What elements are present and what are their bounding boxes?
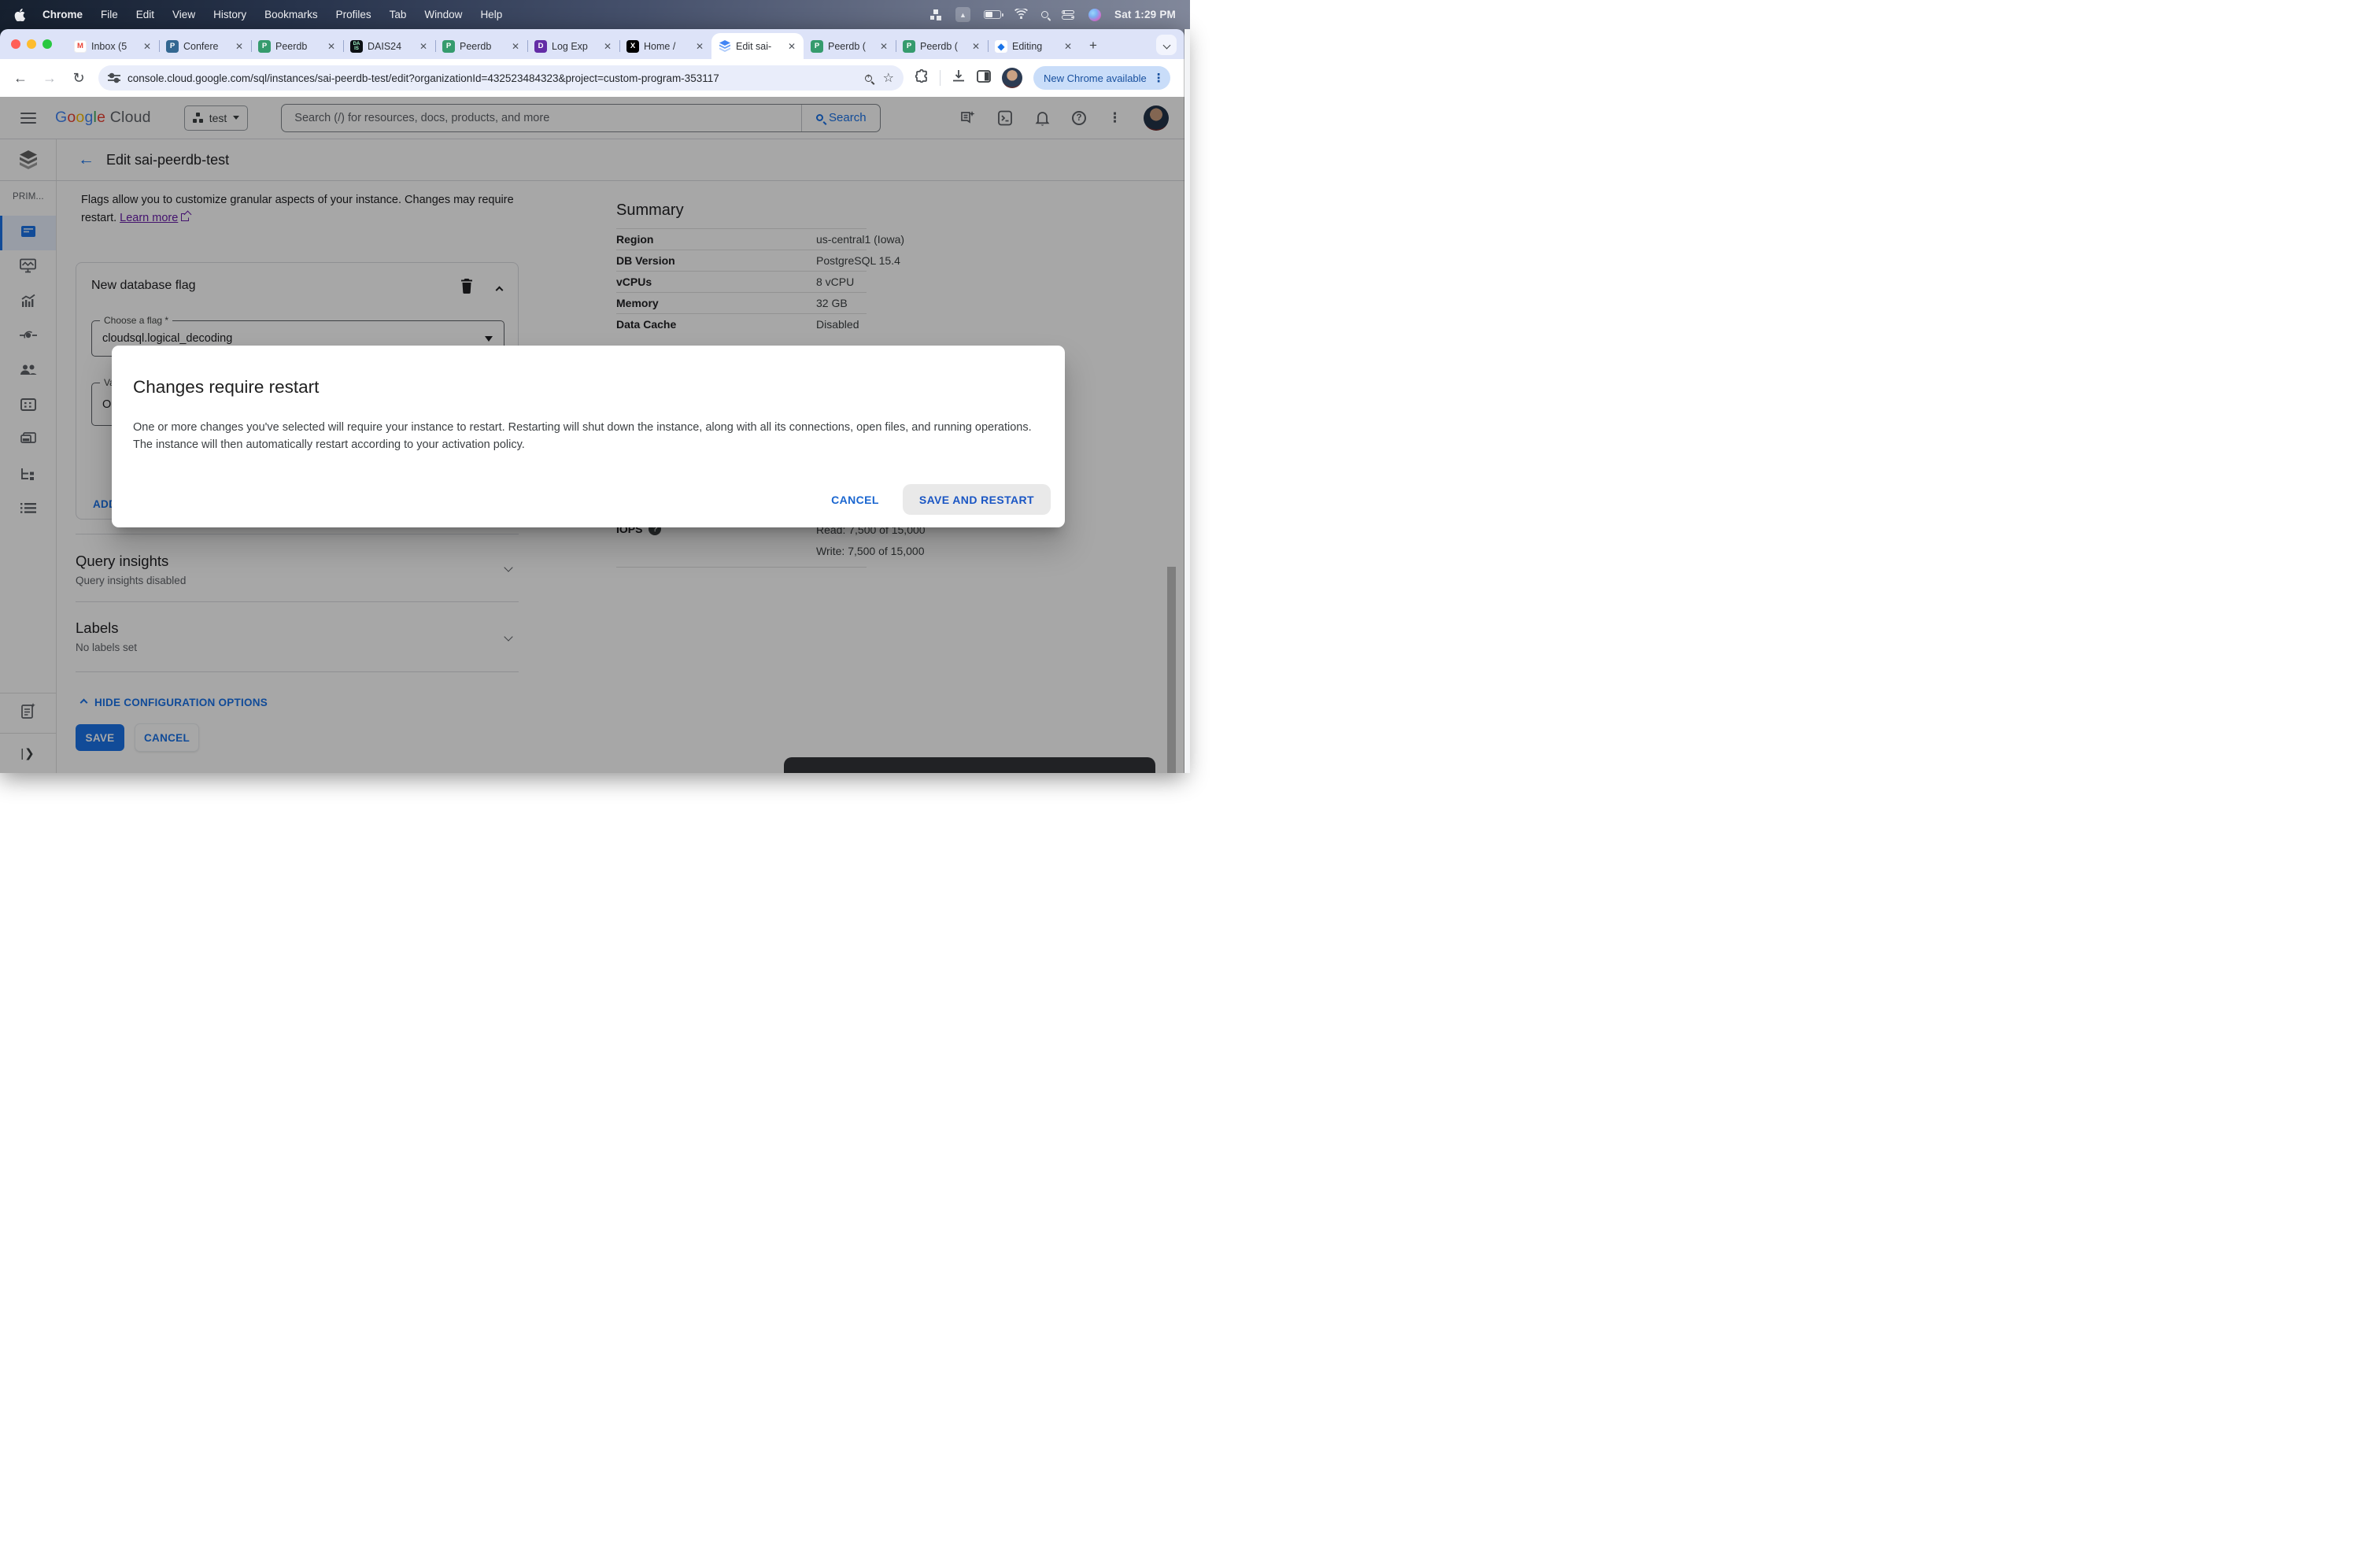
tab-strip: M Inbox (5 ✕ P Confere ✕ P Peerdb ✕ DA IS… — [0, 29, 1184, 59]
tab-peerdb-4[interactable]: P Peerdb ( ✕ — [896, 33, 988, 59]
tab-inbox[interactable]: M Inbox (5 ✕ — [67, 33, 159, 59]
menu-window[interactable]: Window — [424, 9, 462, 20]
wifi-icon[interactable] — [1014, 7, 1028, 21]
minimize-window-button — [27, 39, 36, 49]
omnibox[interactable]: console.cloud.google.com/sql/instances/s… — [98, 65, 904, 91]
restart-dialog: Changes require restart One or more chan… — [112, 346, 1065, 527]
menu-history[interactable]: History — [213, 9, 246, 20]
back-icon[interactable]: ← — [11, 70, 30, 87]
datadog-favicon-icon: D — [534, 39, 547, 53]
menu-edit[interactable]: Edit — [136, 9, 154, 20]
gmail-favicon-icon: M — [74, 39, 87, 53]
tab-close-icon[interactable]: ✕ — [601, 40, 614, 53]
menu-tab[interactable]: Tab — [390, 9, 407, 20]
apple-menu-icon[interactable] — [14, 8, 25, 21]
tab-close-icon[interactable]: ✕ — [325, 40, 338, 53]
background-window-edge — [1184, 29, 1190, 773]
dialog-save-and-restart-button[interactable]: SAVE AND RESTART — [902, 484, 1051, 515]
peerdb-favicon-icon: P — [258, 39, 271, 53]
tab-editing[interactable]: ◆ Editing ✕ — [988, 33, 1080, 59]
menu-bookmarks[interactable]: Bookmarks — [264, 9, 318, 20]
url-text[interactable]: console.cloud.google.com/sql/instances/s… — [128, 72, 857, 84]
menu-view[interactable]: View — [172, 9, 195, 20]
menu-chrome[interactable]: Chrome — [42, 9, 83, 20]
toolbar-right: New Chrome available ⋮ — [915, 66, 1170, 90]
new-tab-button[interactable]: + — [1089, 38, 1097, 54]
battery-icon[interactable] — [984, 10, 1004, 19]
zoom-window-button — [42, 39, 52, 49]
display-grid-icon[interactable] — [930, 9, 942, 20]
peerdb-favicon-icon: P — [903, 39, 915, 53]
tab-close-icon[interactable]: ✕ — [417, 40, 430, 53]
maps-favicon-icon: ◆ — [995, 39, 1007, 53]
chrome-window: M Inbox (5 ✕ P Confere ✕ P Peerdb ✕ DA IS… — [0, 29, 1184, 773]
tab-close-icon[interactable]: ✕ — [878, 40, 890, 53]
side-panel-icon[interactable] — [977, 69, 991, 87]
dais-favicon-icon: DA IS — [350, 39, 363, 53]
close-window-button — [11, 39, 20, 49]
tab-edit-sai-active[interactable]: Edit sai- ✕ — [711, 33, 804, 59]
macos-menu-bar: Chrome File Edit View History Bookmarks … — [0, 0, 1190, 29]
chrome-update-pill[interactable]: New Chrome available ⋮ — [1033, 66, 1170, 90]
control-center-icon[interactable] — [1062, 9, 1075, 20]
tab-close-icon[interactable]: ✕ — [233, 40, 246, 53]
menu-items: Chrome File Edit View History Bookmarks … — [42, 9, 502, 20]
cloud-sql-favicon-icon — [719, 40, 731, 53]
x-favicon-icon: X — [626, 39, 639, 53]
postgres-favicon-icon: P — [166, 39, 179, 53]
tab-close-icon[interactable]: ✕ — [970, 40, 982, 53]
tab-close-icon[interactable]: ✕ — [693, 40, 706, 53]
window-controls[interactable] — [11, 39, 52, 49]
siri-icon[interactable] — [1088, 8, 1102, 21]
dialog-cancel-button[interactable]: CANCEL — [819, 486, 892, 514]
tab-x-home[interactable]: X Home / ✕ — [619, 33, 711, 59]
tab-close-icon[interactable]: ✕ — [509, 40, 522, 53]
tab-conference[interactable]: P Confere ✕ — [159, 33, 251, 59]
menu-help[interactable]: Help — [480, 9, 502, 20]
downloads-icon[interactable] — [952, 69, 966, 87]
reload-icon[interactable]: ↻ — [69, 70, 88, 87]
dialog-title: Changes require restart — [133, 377, 320, 397]
desktop: Chrome File Edit View History Bookmarks … — [0, 0, 1190, 773]
tab-close-icon[interactable]: ✕ — [1062, 40, 1074, 53]
site-settings-icon[interactable] — [108, 72, 120, 83]
tabs: M Inbox (5 ✕ P Confere ✕ P Peerdb ✕ DA IS… — [67, 33, 1080, 59]
spotlight-search-icon[interactable] — [1041, 11, 1049, 18]
tab-log-explorer[interactable]: D Log Exp ✕ — [527, 33, 619, 59]
menu-bar-clock[interactable]: Sat 1:29 PM — [1114, 9, 1176, 20]
tab-peerdb-1[interactable]: P Peerdb ✕ — [251, 33, 343, 59]
menu-bar-status: ▲ Sat 1:29 PM — [930, 7, 1176, 22]
forward-icon[interactable]: → — [40, 70, 59, 87]
app-status-icon[interactable]: ▲ — [955, 7, 971, 22]
background-dark-bar — [784, 757, 1155, 773]
tab-close-icon[interactable]: ✕ — [785, 40, 798, 53]
zoom-page-icon[interactable] — [864, 72, 872, 82]
tab-peerdb-2[interactable]: P Peerdb ✕ — [435, 33, 527, 59]
tab-close-icon[interactable]: ✕ — [141, 40, 153, 53]
menu-file[interactable]: File — [101, 9, 118, 20]
peerdb-favicon-icon: P — [811, 39, 823, 53]
bookmark-star-icon[interactable]: ☆ — [883, 70, 894, 86]
tab-peerdb-3[interactable]: P Peerdb ( ✕ — [804, 33, 896, 59]
browser-menu-icon[interactable]: ⋮ — [1153, 71, 1165, 85]
browser-profile-avatar[interactable] — [1002, 68, 1022, 88]
tab-search-chevron-icon[interactable] — [1156, 35, 1177, 55]
extensions-icon[interactable] — [915, 68, 929, 87]
browser-toolbar: ← → ↻ console.cloud.google.com/sql/insta… — [0, 59, 1184, 97]
webpage: Google Cloud test Search (/) for resourc… — [0, 97, 1184, 773]
tab-dais24[interactable]: DA IS DAIS24 ✕ — [343, 33, 435, 59]
dialog-body: One or more changes you've selected will… — [133, 421, 1032, 451]
peerdb-favicon-icon: P — [442, 39, 455, 53]
menu-profiles[interactable]: Profiles — [336, 9, 371, 20]
